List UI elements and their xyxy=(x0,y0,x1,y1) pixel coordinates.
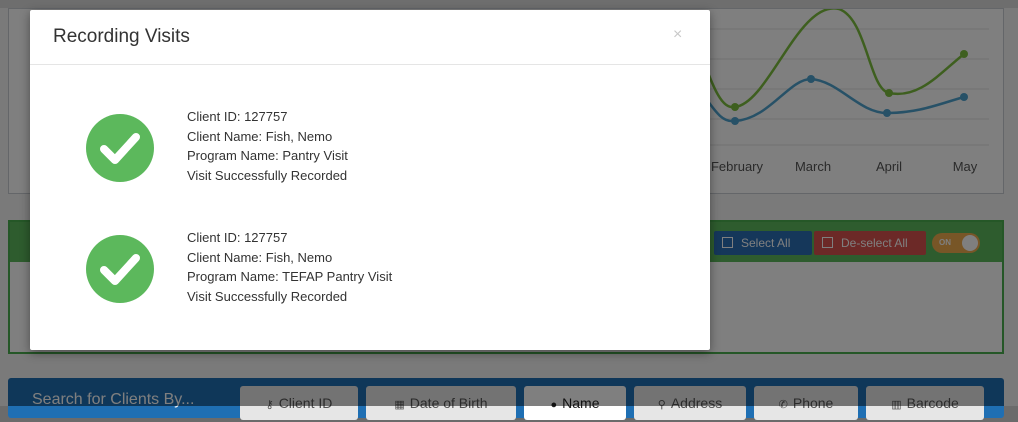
visit-details: Client ID: 127757 Client Name: Fish, Nem… xyxy=(187,228,392,306)
modal-title: Recording Visits xyxy=(53,26,190,47)
client-id-text: Client ID: 127757 xyxy=(187,230,288,245)
visit-status-text: Visit Successfully Recorded xyxy=(187,288,348,304)
visit-details: Client ID: 127757 Client Name: Fish, Nem… xyxy=(187,107,348,185)
visit-status-text: Visit Successfully Recorded xyxy=(187,167,348,183)
client-name-text: Client Name: Fish, Nemo xyxy=(187,249,333,265)
visit-result-item: Client ID: 127757 Client Name: Fish, Nem… xyxy=(30,226,710,316)
success-check-icon xyxy=(86,235,154,303)
client-name-text: Client Name: Fish, Nemo xyxy=(187,128,333,144)
success-check-icon xyxy=(86,114,154,182)
close-icon[interactable]: × xyxy=(673,26,682,44)
program-name-text: Program Name: Pantry Visit xyxy=(187,148,348,163)
visit-result-item: Client ID: 127757 Client Name: Fish, Nem… xyxy=(30,105,710,195)
program-name-text: Program Name: TEFAP Pantry Visit xyxy=(187,269,393,284)
recording-visits-modal: Recording Visits × Client ID: 127757 Cli… xyxy=(30,10,710,350)
client-id-text: Client ID: 127757 xyxy=(187,109,288,124)
modal-header: Recording Visits × xyxy=(30,10,710,65)
